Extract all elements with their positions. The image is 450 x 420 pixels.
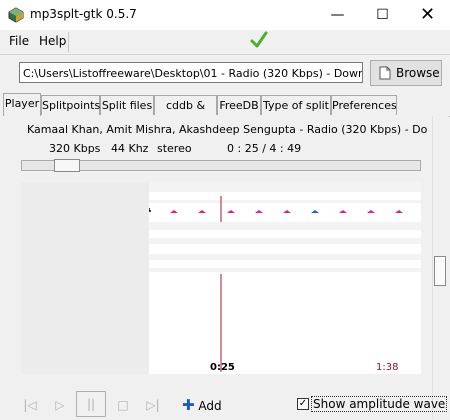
- tab-split-files[interactable]: Split files: [100, 95, 154, 115]
- waveform-view[interactable]: 0:25 1:38: [21, 182, 421, 374]
- bitrate: 320 Kbps: [49, 142, 101, 155]
- tab-preferences[interactable]: Preferences: [331, 95, 397, 115]
- song-title: Kamaal Khan, Amit Mishra, Akashdeep Seng…: [27, 123, 427, 136]
- tick-mark: [255, 210, 263, 213]
- tick-mark: [283, 210, 291, 213]
- file-path-input[interactable]: C:\Users\Listoffreeware\Desktop\01 - Rad…: [19, 62, 363, 83]
- menu-bar: File Help: [0, 30, 450, 55]
- menu-file[interactable]: File: [9, 34, 29, 48]
- add-label: Add: [198, 399, 222, 413]
- tab-type-of-split[interactable]: Type of split: [261, 95, 331, 115]
- stop-icon[interactable]: □: [113, 395, 133, 415]
- channel-mode: stereo: [157, 142, 192, 155]
- add-icon: ✚: [182, 396, 195, 414]
- tick-mark: [227, 210, 235, 213]
- check-icon: [250, 31, 268, 48]
- menu-help[interactable]: Help: [39, 34, 66, 48]
- scrollbar-thumb[interactable]: [434, 256, 446, 286]
- window-title: mp3splt-gtk 0.5.7: [30, 7, 137, 21]
- tab-bar: Player Splitpoints Split files cddb & cu…: [0, 93, 450, 132]
- tab-freedb[interactable]: FreeDB: [217, 95, 261, 115]
- tick-mark: [339, 210, 347, 213]
- waveform-margin: [21, 182, 149, 374]
- minimize-button[interactable]: —: [315, 0, 360, 30]
- app-icon: [8, 7, 24, 23]
- tick-mark: [395, 210, 403, 213]
- time-display: 0 : 25 / 4 : 49: [227, 142, 302, 155]
- tab-splitpoints[interactable]: Splitpoints: [41, 95, 100, 115]
- vertical-scrollbar[interactable]: [432, 116, 449, 418]
- browse-label: Browse: [396, 66, 440, 80]
- main-window: mp3splt-gtk 0.5.7 — ☐ ✕ File Help C:\Use…: [0, 0, 450, 420]
- browse-button[interactable]: Browse: [370, 60, 442, 86]
- play-icon[interactable]: ▷: [50, 395, 70, 415]
- tick-mark: [198, 210, 206, 213]
- pause-icon[interactable]: ||: [76, 391, 106, 417]
- tab-player[interactable]: Player: [3, 93, 41, 116]
- close-button[interactable]: ✕: [405, 0, 450, 30]
- tick-mark: [149, 208, 151, 212]
- skip-back-icon[interactable]: |◁: [20, 395, 40, 415]
- menu-separator: [68, 32, 69, 52]
- end-time-label: 1:38: [376, 362, 399, 373]
- seek-slider-thumb[interactable]: [54, 159, 80, 172]
- skip-forward-icon[interactable]: ▷|: [143, 395, 163, 415]
- tick-mark: [170, 210, 178, 213]
- title-bar: mp3splt-gtk 0.5.7 — ☐ ✕: [0, 0, 450, 30]
- tick-mark: [311, 210, 319, 213]
- waveform-canvas[interactable]: [149, 182, 421, 374]
- add-button[interactable]: ✚ Add: [182, 396, 222, 414]
- current-time-label: 0:25: [210, 362, 235, 373]
- tick-mark: [367, 210, 375, 213]
- waveform-marks: [149, 196, 403, 372]
- folder-icon: [379, 66, 391, 80]
- maximize-button[interactable]: ☐: [360, 0, 405, 30]
- show-amplitude-label[interactable]: Show amplitude wave: [311, 396, 448, 412]
- show-amplitude-checkbox[interactable]: ✓: [297, 398, 309, 410]
- frequency: 44 Khz: [111, 142, 149, 155]
- tab-cddb-cue[interactable]: cddb & cue: [154, 95, 217, 132]
- seek-slider[interactable]: [21, 159, 421, 172]
